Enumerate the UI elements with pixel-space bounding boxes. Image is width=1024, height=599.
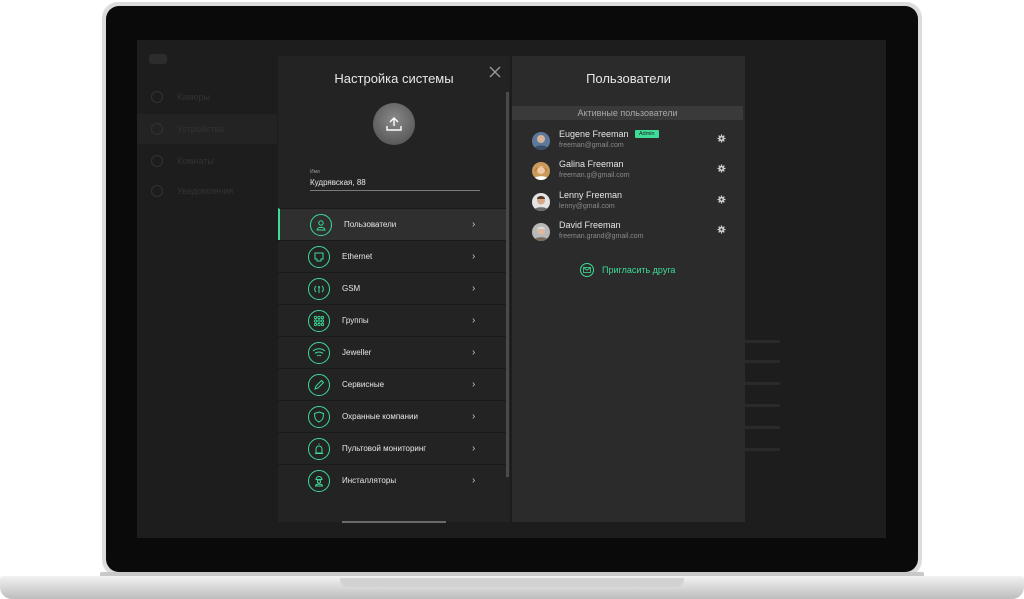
- chevron-right-icon: ›: [472, 251, 476, 262]
- name-field-underline: [310, 190, 480, 191]
- background-logo: [149, 54, 167, 64]
- user-name: Eugene Freeman: [559, 129, 629, 139]
- installer-icon: [308, 469, 330, 492]
- user-icon: [310, 213, 332, 236]
- chevron-right-icon: ›: [472, 411, 476, 422]
- chevron-right-icon: ›: [472, 379, 476, 390]
- envelope-icon: [580, 263, 594, 277]
- background-sidebar-label: Комнаты: [177, 156, 214, 166]
- chevron-right-icon: ›: [472, 315, 476, 326]
- close-icon[interactable]: [488, 65, 502, 79]
- active-users-header: Активные пользователи: [512, 106, 743, 120]
- chevron-right-icon: ›: [472, 443, 476, 454]
- admin-badge: Admin: [635, 130, 659, 138]
- menu-item-ethernet[interactable]: Ethernet ›: [278, 240, 508, 272]
- user-email: lenny@gmail.com: [559, 203, 615, 210]
- menu-item-service[interactable]: Сервисные ›: [278, 368, 508, 400]
- user-row[interactable]: Galina Freeman freeman.g@gmail.com: [512, 156, 745, 186]
- menu-item-label: GSM: [342, 284, 361, 293]
- user-row[interactable]: Lenny Freeman lenny@gmail.com: [512, 187, 745, 217]
- name-field[interactable]: Кудрявская, 88: [310, 178, 366, 187]
- chevron-right-icon: ›: [472, 219, 476, 230]
- menu-item-monitoring[interactable]: Пультовой мониторинг ›: [278, 432, 508, 464]
- screen: Камеры Устройства Комнаты Уведомления На…: [137, 40, 886, 538]
- gear-icon[interactable]: [717, 164, 726, 173]
- menu-item-label: Группы: [342, 316, 369, 325]
- background-sidebar-item: Комнаты: [137, 146, 277, 176]
- avatar-upload-button[interactable]: [373, 103, 415, 145]
- avatar: [532, 132, 550, 150]
- chevron-right-icon: ›: [472, 475, 476, 486]
- background-sidebar-label: Камеры: [177, 92, 210, 102]
- menu-item-label: Ethernet: [342, 252, 373, 261]
- menu-item-security-companies[interactable]: Охранные компании ›: [278, 400, 508, 432]
- background-sidebar-icon: [151, 185, 163, 197]
- background-sidebar-item: Уведомления: [137, 176, 277, 206]
- gear-icon[interactable]: [717, 134, 726, 143]
- name-field-label: Имя: [310, 169, 320, 175]
- avatar: [532, 162, 550, 180]
- menu-item-installers[interactable]: Инсталляторы ›: [278, 464, 508, 496]
- user-row[interactable]: Eugene Freeman Admin freeman@gmail.com: [512, 126, 745, 156]
- background-sidebar-icon: [151, 123, 163, 135]
- settings-scrollbar[interactable]: [506, 92, 509, 477]
- menu-item-label: Jeweller: [342, 348, 372, 357]
- chevron-right-icon: ›: [472, 283, 476, 294]
- avatar: [532, 193, 550, 211]
- settings-title: Настройка системы: [334, 71, 454, 86]
- ethernet-icon: [308, 245, 330, 268]
- invite-friend-button[interactable]: Пригласить друга: [580, 263, 675, 277]
- users-panel: Пользователи Активные пользователи Eugen…: [512, 56, 745, 522]
- gear-icon[interactable]: [717, 225, 726, 234]
- user-row[interactable]: David Freeman freeman.grand@gmail.com: [512, 217, 745, 247]
- gear-icon[interactable]: [717, 195, 726, 204]
- user-email: freeman@gmail.com: [559, 142, 624, 149]
- users-title: Пользователи: [586, 71, 671, 86]
- shield-icon: [308, 405, 330, 428]
- chevron-right-icon: ›: [472, 347, 476, 358]
- background-sidebar-icon: [151, 91, 163, 103]
- background-sidebar-icon: [151, 155, 163, 167]
- menu-item-jeweller[interactable]: Jeweller ›: [278, 336, 508, 368]
- menu-item-label: Пультовой мониторинг: [342, 444, 427, 453]
- user-name: Lenny Freeman: [559, 190, 623, 200]
- settings-menu: Пользователи › Ethernet › GSM › Группы ›…: [278, 208, 508, 496]
- invite-friend-label: Пригласить друга: [602, 265, 676, 275]
- menu-item-groups[interactable]: Группы ›: [278, 304, 508, 336]
- background-line: [740, 448, 780, 451]
- background-line: [740, 382, 780, 385]
- user-name: David Freeman: [559, 220, 621, 230]
- menu-item-label: Сервисные: [342, 380, 385, 389]
- pencil-icon: [308, 373, 330, 396]
- menu-item-label: Охранные компании: [342, 412, 418, 421]
- background-line: [740, 404, 780, 407]
- menu-item-label: Инсталляторы: [342, 476, 397, 485]
- menu-item-users[interactable]: Пользователи ›: [278, 208, 508, 240]
- background-sidebar-label: Уведомления: [177, 186, 234, 196]
- background-sidebar-item: Камеры: [137, 82, 277, 112]
- background-line: [740, 426, 780, 429]
- menu-item-gsm[interactable]: GSM ›: [278, 272, 508, 304]
- user-email: freeman.grand@gmail.com: [559, 233, 644, 240]
- menu-item-label: Пользователи: [344, 220, 397, 229]
- settings-panel: Настройка системы Имя Кудрявская, 88 Пол…: [278, 56, 510, 523]
- avatar: [532, 223, 550, 241]
- background-line: [740, 340, 780, 343]
- upload-icon: [386, 117, 402, 131]
- background-sidebar-item: Устройства: [137, 114, 277, 144]
- gsm-icon: [308, 277, 330, 300]
- background-line: [740, 360, 780, 363]
- settings-bottom-handle: [342, 521, 446, 523]
- groups-icon: [308, 309, 330, 332]
- jeweller-icon: [308, 341, 330, 364]
- laptop-base-notch: [340, 578, 684, 587]
- background-sidebar-label: Устройства: [177, 124, 225, 134]
- user-name: Galina Freeman: [559, 159, 624, 169]
- user-email: freeman.g@gmail.com: [559, 172, 630, 179]
- siren-icon: [308, 437, 330, 460]
